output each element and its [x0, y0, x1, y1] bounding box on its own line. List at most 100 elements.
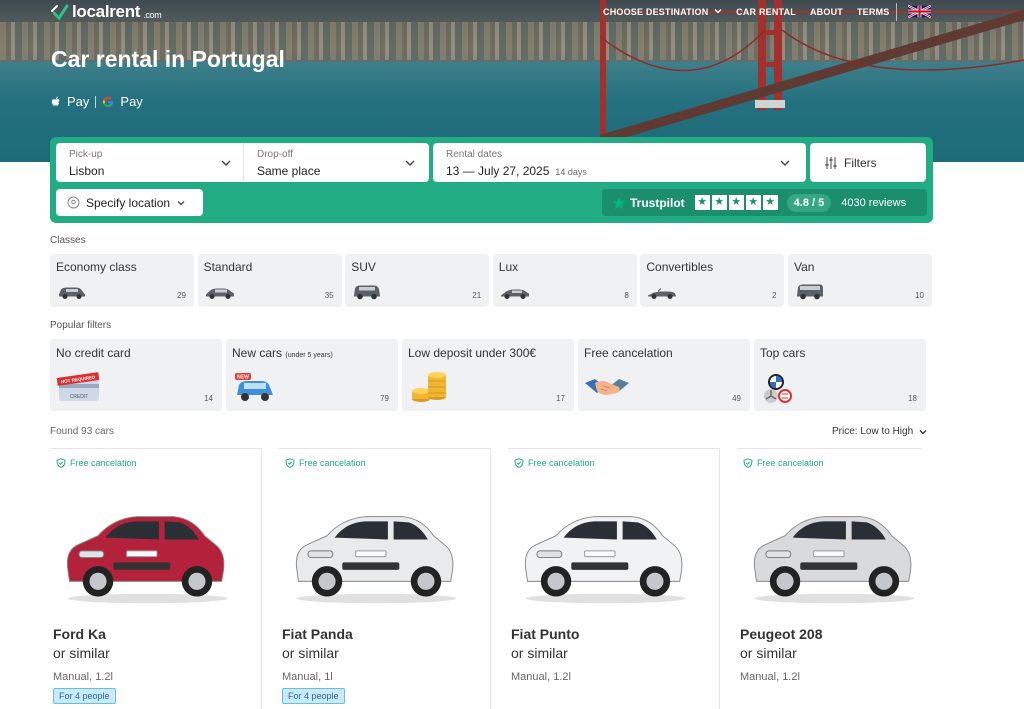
google-pay-label: Pay	[120, 94, 143, 109]
rental-dates-field[interactable]: Rental dates 13 — July 27, 2025 14 days	[433, 143, 806, 182]
filter-note: (under 5 years)	[285, 352, 333, 359]
popular-filters-heading: Popular filters	[50, 320, 112, 331]
search-panel: Pick-up Lisbon Drop-off Same place Renta…	[50, 137, 933, 223]
free-cancelation-badge: Free cancelation	[514, 458, 595, 468]
filter-name: Free cancelation	[584, 346, 673, 360]
filter-tile-no-credit-card[interactable]: No credit card CREDIT NOT REQUIRED 14	[50, 339, 222, 411]
filter-count: 79	[380, 394, 389, 403]
trustpilot-label: Trustpilot	[630, 195, 685, 210]
class-name: Standard	[203, 260, 253, 274]
star-icon: ★	[728, 195, 744, 210]
car-spec: Manual, 1.2l	[511, 671, 571, 683]
dates-value-row: 13 — July 27, 2025 14 days	[446, 164, 587, 178]
car-photo	[295, 516, 457, 604]
logo[interactable]: localrent .com	[51, 2, 162, 22]
filter-tile-new-cars[interactable]: New cars (under 5 years) NEW 79	[226, 339, 398, 411]
apple-icon	[51, 96, 60, 106]
chevron-down-icon	[919, 429, 927, 434]
star-icon: ★	[762, 195, 778, 210]
filters-button[interactable]: Filters	[810, 143, 926, 182]
people-badge: For 4 people	[53, 688, 116, 704]
class-tile-convertibles[interactable]: Convertibles 2	[640, 254, 785, 307]
menu-about[interactable]: ABOUT	[810, 7, 843, 17]
class-tile-standard[interactable]: Standard 35	[197, 254, 342, 307]
car-photo	[753, 516, 915, 604]
chevron-down-icon	[780, 160, 790, 166]
car-spec: Manual, 1l	[282, 671, 333, 683]
class-tile-suv[interactable]: SUV 21	[345, 254, 490, 307]
filter-tile-top-cars[interactable]: Top cars 18	[754, 339, 926, 411]
car-brands-icon	[764, 374, 792, 403]
dropoff-field[interactable]: Drop-off Same place	[243, 143, 429, 182]
car-similar: or similar	[740, 645, 797, 661]
shield-check-icon	[514, 458, 524, 468]
filter-count: 49	[732, 394, 741, 403]
specify-location-button[interactable]: Specify location	[56, 189, 203, 216]
pickup-label: Pick-up	[69, 149, 103, 160]
chevron-down-icon	[405, 160, 415, 166]
days-count: 14 days	[555, 167, 587, 177]
filters-label: Filters	[844, 155, 877, 170]
free-cancelation-label: Free cancelation	[299, 458, 366, 468]
star-icon: ★	[694, 195, 710, 210]
class-name: Economy class	[56, 260, 137, 274]
class-name: Van	[794, 260, 815, 274]
results-count: Found 93 cars	[50, 426, 114, 437]
car-name: Fiat Panda	[282, 626, 353, 642]
filter-tile-free-cancelation[interactable]: Free cancelation 49	[578, 339, 750, 411]
people-badge: For 4 people	[282, 688, 345, 704]
car-silhouette-icon	[797, 284, 823, 300]
review-count: 4030 reviews	[841, 196, 907, 209]
nav-divider	[896, 3, 897, 21]
free-cancelation-label: Free cancelation	[528, 458, 595, 468]
coins-icon	[412, 372, 446, 402]
main-menu: CHOOSE DESTINATION CAR RENTAL ABOUT TERM…	[603, 7, 889, 17]
shield-check-icon	[56, 458, 66, 468]
free-cancelation-label: Free cancelation	[757, 458, 824, 468]
filter-name: New cars	[232, 346, 283, 360]
sort-dropdown[interactable]: Price: Low to High	[832, 426, 928, 437]
free-cancelation-badge: Free cancelation	[56, 458, 137, 468]
menu-label: CHOOSE DESTINATION	[603, 7, 709, 17]
filter-tile-low-deposit[interactable]: Low deposit under 300€ 17	[402, 339, 574, 411]
uk-flag-icon[interactable]	[908, 4, 931, 19]
menu-choose-destination[interactable]: CHOOSE DESTINATION	[603, 7, 722, 17]
filter-name: Top cars	[760, 346, 806, 360]
divider	[95, 95, 97, 108]
car-spec: Manual, 1.2l	[53, 671, 113, 683]
handshake-icon	[585, 379, 629, 395]
pickup-field[interactable]: Pick-up Lisbon	[56, 143, 244, 182]
class-count: 2	[771, 291, 777, 300]
rating-stars: ★ ★ ★ ★ ★	[694, 195, 778, 210]
class-count: 8	[624, 291, 629, 300]
dates-label: Rental dates	[446, 149, 503, 160]
chevron-down-icon	[714, 9, 722, 14]
filter-name: No credit card	[56, 346, 131, 360]
car-card[interactable]: Free cancelation Peugeot 208 or similar Man…	[737, 448, 921, 709]
dropoff-value: Same place	[257, 164, 321, 178]
payment-methods: Pay Pay	[51, 94, 143, 109]
car-photo	[66, 516, 228, 604]
car-similar: or similar	[511, 645, 568, 661]
trustpilot-badge[interactable]: Trustpilot ★ ★ ★ ★ ★ 4.8 / 5 4030 review…	[602, 189, 927, 216]
star-icon: ★	[745, 195, 761, 210]
free-cancelation-badge: Free cancelation	[743, 458, 824, 468]
car-card[interactable]: Free cancelation Ford Ka or similar Manual,…	[50, 448, 262, 709]
class-count: 21	[472, 291, 482, 300]
class-count: 35	[324, 291, 334, 300]
trustpilot-star-icon	[612, 196, 626, 209]
location-pin-icon	[67, 196, 80, 209]
class-name: Convertibles	[646, 260, 714, 274]
car-card[interactable]: Free cancelation Fiat Panda or similar Manu…	[279, 448, 491, 709]
credit-card-icon: CREDIT NOT REQUIRED	[56, 372, 100, 401]
menu-terms[interactable]: TERMS	[857, 7, 890, 17]
class-tile-van[interactable]: Van 10	[788, 254, 932, 307]
menu-car-rental[interactable]: CAR RENTAL	[736, 7, 796, 17]
car-card[interactable]: Free cancelation Fiat Punto or similar Manu…	[508, 448, 720, 709]
car-silhouette-icon	[500, 289, 529, 299]
card-text: CREDIT	[70, 394, 89, 400]
class-tile-economy-class[interactable]: Economy class 29	[50, 254, 194, 307]
car-photo	[524, 516, 686, 604]
free-cancelation-badge: Free cancelation	[285, 458, 366, 468]
class-tile-lux[interactable]: Lux 8	[492, 254, 637, 307]
